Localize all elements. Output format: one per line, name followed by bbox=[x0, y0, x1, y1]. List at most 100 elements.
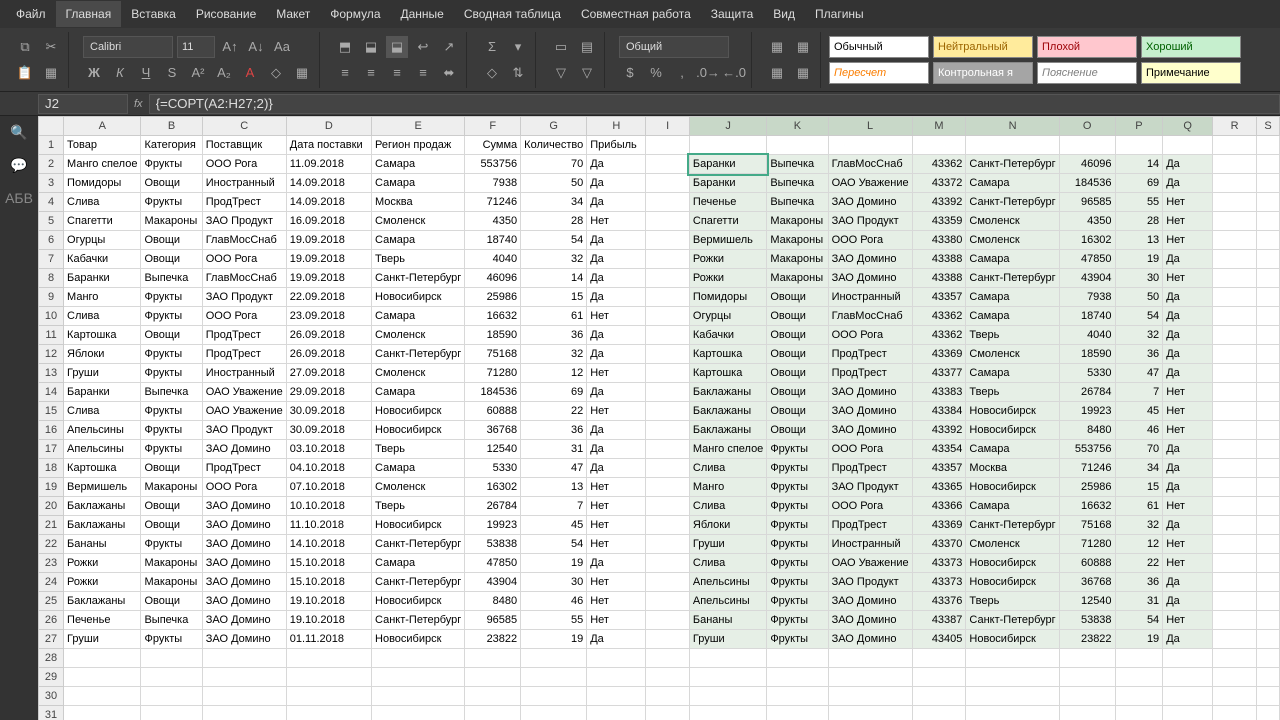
cell-C31[interactable] bbox=[202, 706, 286, 720]
cell-M17[interactable]: 43354 bbox=[912, 440, 966, 459]
row-header-21[interactable]: 21 bbox=[39, 516, 64, 535]
cell-F1[interactable]: Сумма bbox=[465, 136, 521, 155]
cell-L2[interactable]: ГлавМосСнаб bbox=[828, 155, 912, 174]
cell-G10[interactable]: 61 bbox=[521, 307, 587, 326]
menu-Формула[interactable]: Формула bbox=[320, 1, 390, 27]
cell-S14[interactable] bbox=[1257, 383, 1280, 402]
cell-I16[interactable] bbox=[646, 421, 690, 440]
cell-S13[interactable] bbox=[1257, 364, 1280, 383]
cell-E12[interactable]: Санкт-Петербург bbox=[372, 345, 465, 364]
cell-B20[interactable]: Овощи bbox=[141, 497, 202, 516]
cell-E20[interactable]: Тверь bbox=[372, 497, 465, 516]
cell-O24[interactable]: 36768 bbox=[1059, 573, 1115, 592]
col-header-K[interactable]: K bbox=[767, 117, 828, 136]
cell-S12[interactable] bbox=[1257, 345, 1280, 364]
fill-color-icon[interactable]: ◇ bbox=[265, 62, 287, 84]
cell-E21[interactable]: Новосибирск bbox=[372, 516, 465, 535]
cell-E7[interactable]: Тверь bbox=[372, 250, 465, 269]
row-header-9[interactable]: 9 bbox=[39, 288, 64, 307]
increase-font-icon[interactable]: A↑ bbox=[219, 36, 241, 58]
cell-L30[interactable] bbox=[828, 687, 912, 706]
row-header-28[interactable]: 28 bbox=[39, 649, 64, 668]
cell-J28[interactable] bbox=[689, 649, 766, 668]
col-header-S[interactable]: S bbox=[1257, 117, 1280, 136]
cell-N11[interactable]: Тверь bbox=[966, 326, 1059, 345]
cell-Q9[interactable]: Да bbox=[1163, 288, 1213, 307]
cell-G14[interactable]: 69 bbox=[521, 383, 587, 402]
cell-Q12[interactable]: Да bbox=[1163, 345, 1213, 364]
cell-A10[interactable]: Слива bbox=[64, 307, 141, 326]
cell-J29[interactable] bbox=[689, 668, 766, 687]
cell-C7[interactable]: ООО Рога bbox=[202, 250, 286, 269]
cell-H27[interactable]: Да bbox=[587, 630, 646, 649]
cell-reference-input[interactable] bbox=[38, 94, 128, 114]
cell-C14[interactable]: ОАО Уважение bbox=[202, 383, 286, 402]
cell-J1[interactable] bbox=[689, 136, 766, 155]
cell-K14[interactable]: Овощи bbox=[767, 383, 828, 402]
row-header-11[interactable]: 11 bbox=[39, 326, 64, 345]
cell-M29[interactable] bbox=[912, 668, 966, 687]
cell-D20[interactable]: 10.10.2018 bbox=[286, 497, 371, 516]
cell-A25[interactable]: Баклажаны bbox=[64, 592, 141, 611]
cell-D1[interactable]: Дата поставки bbox=[286, 136, 371, 155]
row-header-3[interactable]: 3 bbox=[39, 174, 64, 193]
cell-D29[interactable] bbox=[286, 668, 371, 687]
cell-Q2[interactable]: Да bbox=[1163, 155, 1213, 174]
cell-N7[interactable]: Самара bbox=[966, 250, 1059, 269]
cell-P31[interactable] bbox=[1115, 706, 1163, 720]
col-header-I[interactable]: I bbox=[646, 117, 690, 136]
cell-F20[interactable]: 26784 bbox=[465, 497, 521, 516]
cell-H18[interactable]: Да bbox=[587, 459, 646, 478]
cell-M12[interactable]: 43369 bbox=[912, 345, 966, 364]
menu-Рисование[interactable]: Рисование bbox=[186, 1, 266, 27]
cell-L19[interactable]: ЗАО Продукт bbox=[828, 478, 912, 497]
cell-O31[interactable] bbox=[1059, 706, 1115, 720]
cell-N3[interactable]: Самара bbox=[966, 174, 1059, 193]
cell-L17[interactable]: ООО Рога bbox=[828, 440, 912, 459]
cell-D3[interactable]: 14.09.2018 bbox=[286, 174, 371, 193]
cell-M2[interactable]: 43362 bbox=[912, 155, 966, 174]
cell-Q18[interactable]: Да bbox=[1163, 459, 1213, 478]
comma-icon[interactable]: , bbox=[671, 62, 693, 84]
cell-M9[interactable]: 43357 bbox=[912, 288, 966, 307]
cell-N6[interactable]: Смоленск bbox=[966, 231, 1059, 250]
cell-M24[interactable]: 43373 bbox=[912, 573, 966, 592]
menu-Совместная работа[interactable]: Совместная работа bbox=[571, 1, 701, 27]
cell-I2[interactable] bbox=[646, 155, 690, 174]
cell-Q21[interactable]: Да bbox=[1163, 516, 1213, 535]
cell-K16[interactable]: Овощи bbox=[767, 421, 828, 440]
cell-H29[interactable] bbox=[587, 668, 646, 687]
cell-J11[interactable]: Кабачки bbox=[689, 326, 766, 345]
cell-P1[interactable] bbox=[1115, 136, 1163, 155]
conditional-icon[interactable]: ▤ bbox=[576, 36, 598, 58]
cell-S19[interactable] bbox=[1257, 478, 1280, 497]
col-header-B[interactable]: B bbox=[141, 117, 202, 136]
cell-K29[interactable] bbox=[767, 668, 828, 687]
cell-J25[interactable]: Апельсины bbox=[689, 592, 766, 611]
cell-C29[interactable] bbox=[202, 668, 286, 687]
cell-M25[interactable]: 43376 bbox=[912, 592, 966, 611]
cell-H6[interactable]: Да bbox=[587, 231, 646, 250]
cell-O5[interactable]: 4350 bbox=[1059, 212, 1115, 231]
cell-A22[interactable]: Бананы bbox=[64, 535, 141, 554]
strike-icon[interactable]: S bbox=[161, 62, 183, 84]
row-header-15[interactable]: 15 bbox=[39, 402, 64, 421]
cell-O30[interactable] bbox=[1059, 687, 1115, 706]
cell-D5[interactable]: 16.09.2018 bbox=[286, 212, 371, 231]
row-header-2[interactable]: 2 bbox=[39, 155, 64, 174]
row-header-25[interactable]: 25 bbox=[39, 592, 64, 611]
cell-E15[interactable]: Новосибирск bbox=[372, 402, 465, 421]
cell-R16[interactable] bbox=[1213, 421, 1257, 440]
cell-E9[interactable]: Новосибирск bbox=[372, 288, 465, 307]
cell-G2[interactable]: 70 bbox=[521, 155, 587, 174]
cell-D23[interactable]: 15.10.2018 bbox=[286, 554, 371, 573]
cell-J4[interactable]: Печенье bbox=[689, 193, 766, 212]
cell-D25[interactable]: 19.10.2018 bbox=[286, 592, 371, 611]
named-range-icon[interactable]: ▭ bbox=[550, 36, 572, 58]
cell-F14[interactable]: 184536 bbox=[465, 383, 521, 402]
cell-E30[interactable] bbox=[372, 687, 465, 706]
cell-H25[interactable]: Нет bbox=[587, 592, 646, 611]
cell-F29[interactable] bbox=[465, 668, 521, 687]
cell-D13[interactable]: 27.09.2018 bbox=[286, 364, 371, 383]
copy-icon[interactable]: ⧉ bbox=[14, 36, 36, 58]
